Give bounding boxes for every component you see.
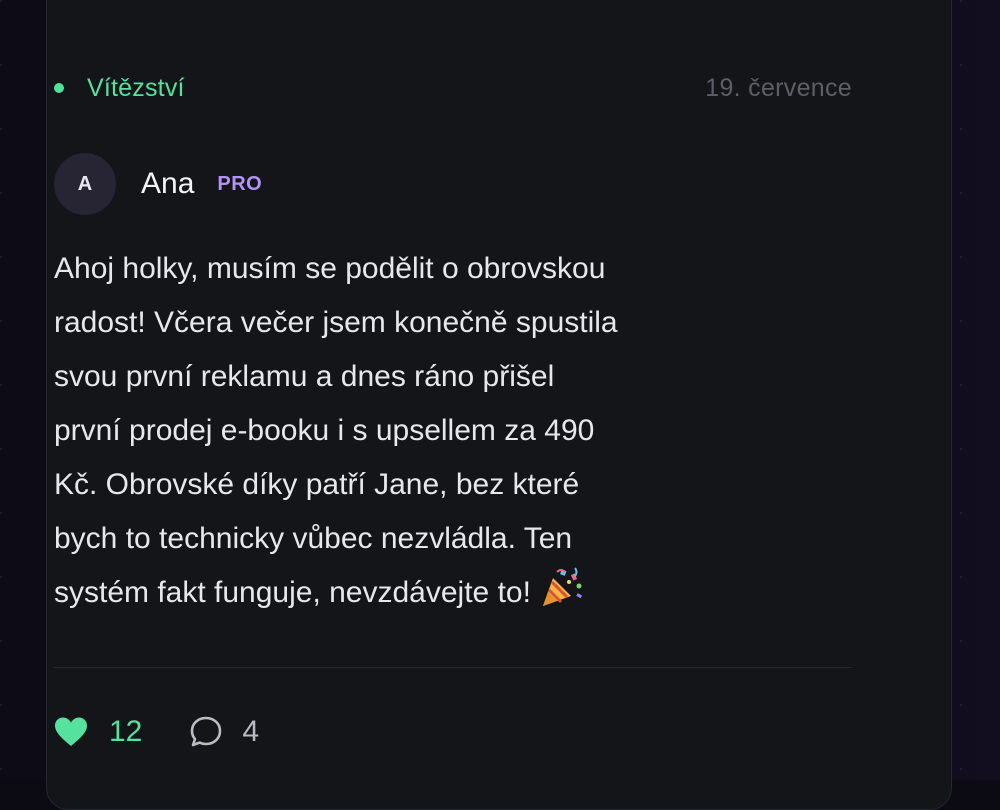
like-count: 12	[109, 715, 143, 748]
post-actions: 12 4	[54, 708, 259, 756]
post-body: Ahoj holky, musím se podělit o obrovskou…	[54, 242, 734, 628]
comment-count: 4	[242, 715, 260, 748]
green-dot-icon	[54, 83, 64, 93]
post-date: 19. července	[705, 73, 852, 102]
avatar-initial: A	[77, 172, 93, 195]
comment-button[interactable]: 4	[188, 714, 259, 750]
author-name[interactable]: Ana	[141, 167, 194, 201]
author-row: A Ana PRO	[54, 152, 262, 216]
category-tag[interactable]: Vítězství	[54, 74, 185, 103]
category-label: Vítězství	[87, 73, 185, 102]
pro-badge: PRO	[217, 172, 263, 195]
post-header: Vítězství 19. července	[54, 68, 852, 108]
heart-icon	[55, 717, 87, 746]
like-button[interactable]: 12	[54, 715, 142, 749]
divider	[54, 667, 852, 668]
post-body-text: Ahoj holky, musím se podělit o obrovskou…	[54, 252, 618, 609]
speech-bubble-icon	[191, 716, 222, 747]
party-popper-icon	[539, 566, 585, 628]
avatar[interactable]: A	[54, 153, 116, 215]
